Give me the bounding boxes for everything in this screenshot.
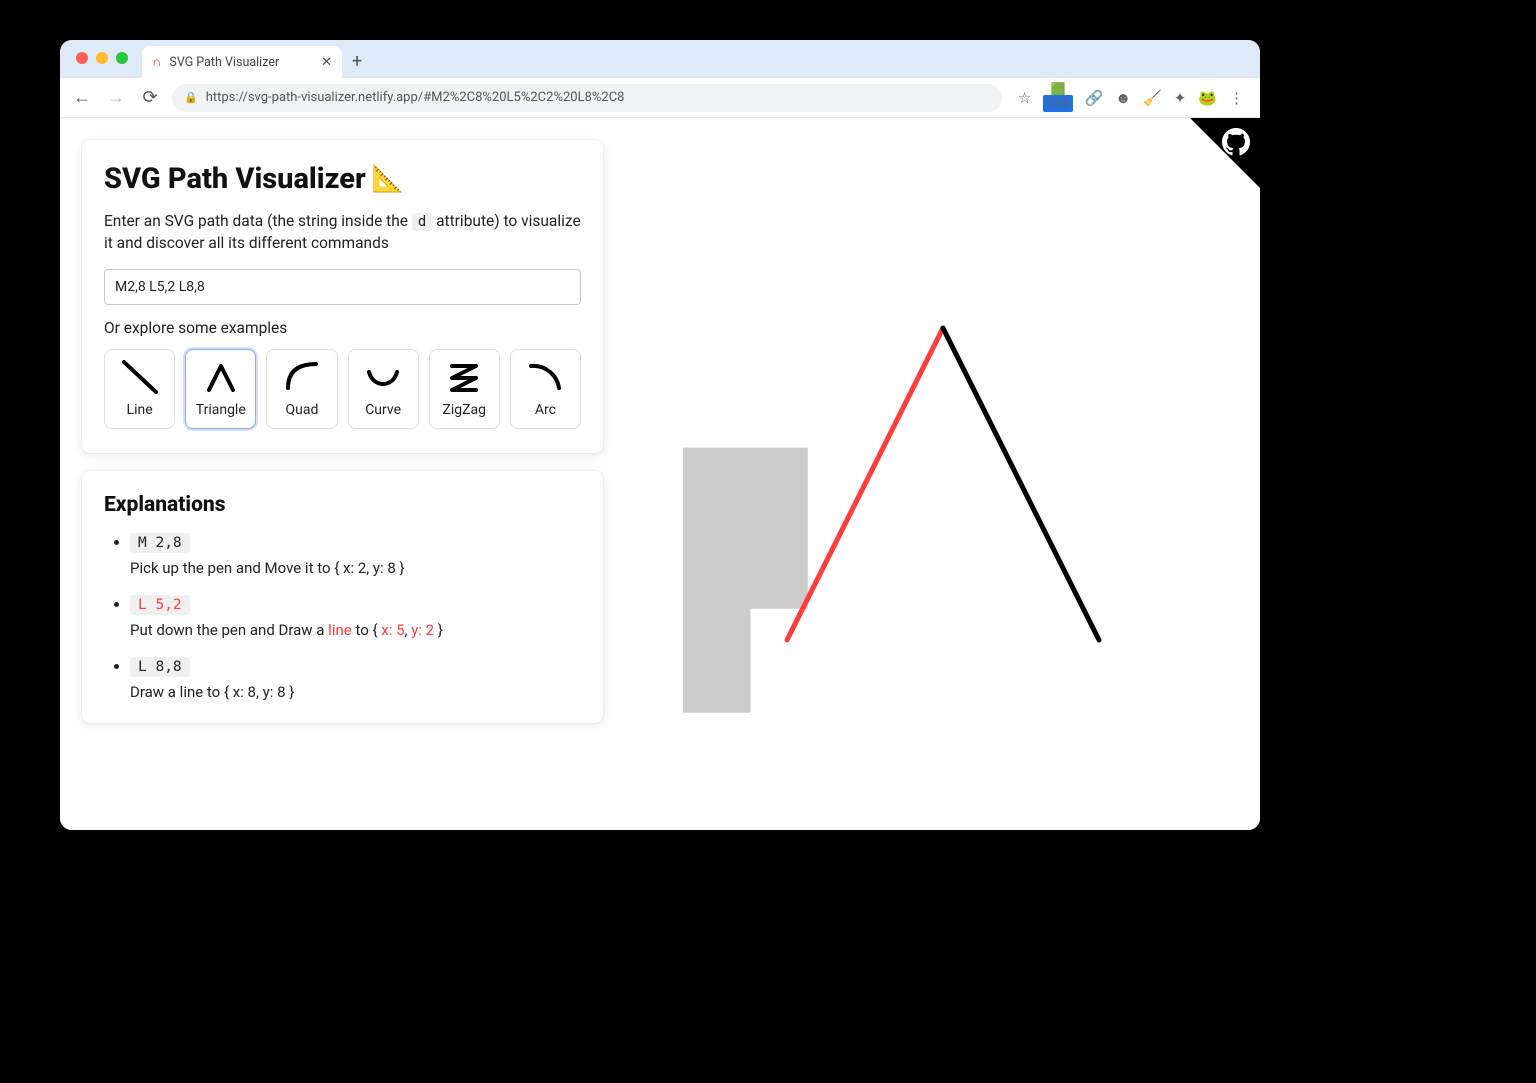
tab-close-button[interactable]: ✕ <box>321 55 332 70</box>
ruler-icon: 📐 <box>372 164 404 194</box>
example-triangle[interactable]: Triangle <box>185 349 256 429</box>
forward-button[interactable]: → <box>104 87 128 108</box>
example-arc[interactable]: Arc <box>510 349 581 429</box>
ghost-icon[interactable]: ☻ <box>1115 89 1131 107</box>
example-curve[interactable]: Curve <box>348 349 419 429</box>
extension-icons: ☆ 🟩 326 🔗 ☻ 🧹 ✦ 🐸 ⋮ <box>1012 83 1250 112</box>
explanation-item[interactable]: L 8,8 Draw a line to { x: 8, y: 8 } <box>130 657 581 701</box>
avatar-icon[interactable]: 🐸 <box>1198 89 1217 107</box>
page-title: SVG Path Visualizer 📐 <box>104 162 581 196</box>
command-code: M 2,8 <box>130 533 190 553</box>
example-thumb-icon <box>282 358 322 396</box>
explanations-list: M 2,8 Pick up the pen and Move it to { x:… <box>104 533 581 701</box>
broom-icon[interactable]: 🧹 <box>1143 89 1162 107</box>
explanation-detail: Put down the pen and Draw a line to { x:… <box>130 621 581 639</box>
command-code: L 8,8 <box>130 657 190 677</box>
examples-row: Line Triangle Quad Curve ZigZag Arc <box>104 349 581 429</box>
tab-title: SVG Path Visualizer <box>169 55 279 70</box>
example-label: Curve <box>365 402 401 418</box>
d-attr-code: d <box>412 213 432 231</box>
address-bar[interactable]: 🔒 https://svg-path-visualizer.netlify.ap… <box>172 84 1002 112</box>
extension-badge-icon[interactable]: 🟩 326 <box>1043 83 1072 112</box>
description: Enter an SVG path data (the string insid… <box>104 210 581 255</box>
path-visualization <box>683 224 1203 744</box>
window-controls <box>76 52 128 64</box>
input-card: SVG Path Visualizer 📐 Enter an SVG path … <box>82 140 603 453</box>
example-thumb-icon <box>444 358 484 396</box>
origin-axes <box>703 448 750 609</box>
tab-favicon-icon: ∩ <box>152 54 161 70</box>
example-quad[interactable]: Quad <box>266 349 337 429</box>
path-segment <box>943 328 1099 640</box>
example-zigzag[interactable]: ZigZag <box>429 349 500 429</box>
left-column: SVG Path Visualizer 📐 Enter an SVG path … <box>60 118 625 830</box>
browser-window: ∩ SVG Path Visualizer ✕ + ← → ⟳ 🔒 https:… <box>60 40 1260 830</box>
examples-label: Or explore some examples <box>104 319 581 337</box>
back-button[interactable]: ← <box>70 87 94 108</box>
kebab-menu-button[interactable]: ⋮ <box>1229 89 1244 107</box>
reload-button[interactable]: ⟳ <box>138 87 162 108</box>
page-content: SVG Path Visualizer 📐 Enter an SVG path … <box>60 118 1260 830</box>
lock-icon: 🔒 <box>184 91 198 104</box>
example-thumb-icon <box>363 358 403 396</box>
example-label: Line <box>127 402 153 418</box>
example-line[interactable]: Line <box>104 349 175 429</box>
new-tab-button[interactable]: + <box>352 51 362 72</box>
example-label: Quad <box>285 402 318 418</box>
title-bar: ∩ SVG Path Visualizer ✕ + <box>60 40 1260 78</box>
explanation-item[interactable]: L 5,2 Put down the pen and Draw a line to… <box>130 595 581 639</box>
example-thumb-icon <box>525 358 565 396</box>
explanation-item[interactable]: M 2,8 Pick up the pen and Move it to { x:… <box>130 533 581 577</box>
visualization-column <box>625 118 1260 830</box>
example-label: Arc <box>535 402 556 418</box>
explanation-detail: Draw a line to { x: 8, y: 8 } <box>130 683 581 701</box>
link-icon[interactable]: 🔗 <box>1085 89 1104 107</box>
example-thumb-icon <box>120 358 160 396</box>
url-text: https://svg-path-visualizer.netlify.app/… <box>206 90 625 105</box>
explanation-detail: Pick up the pen and Move it to { x: 2, y… <box>130 559 581 577</box>
maximize-window-button[interactable] <box>116 52 128 64</box>
example-label: Triangle <box>196 402 246 418</box>
example-label: ZigZag <box>443 402 487 418</box>
explanations-card: Explanations M 2,8 Pick up the pen and Mo… <box>82 471 603 723</box>
path-input[interactable] <box>104 269 581 305</box>
path-segment-highlighted <box>787 328 943 640</box>
explanations-heading: Explanations <box>104 493 581 517</box>
browser-tab[interactable]: ∩ SVG Path Visualizer ✕ <box>142 46 342 78</box>
minimize-window-button[interactable] <box>96 52 108 64</box>
close-window-button[interactable] <box>76 52 88 64</box>
command-code: L 5,2 <box>130 595 190 615</box>
example-thumb-icon <box>201 358 241 396</box>
star-icon[interactable]: ☆ <box>1018 89 1031 107</box>
browser-toolbar: ← → ⟳ 🔒 https://svg-path-visualizer.netl… <box>60 78 1260 118</box>
puzzle-icon[interactable]: ✦ <box>1174 89 1187 107</box>
